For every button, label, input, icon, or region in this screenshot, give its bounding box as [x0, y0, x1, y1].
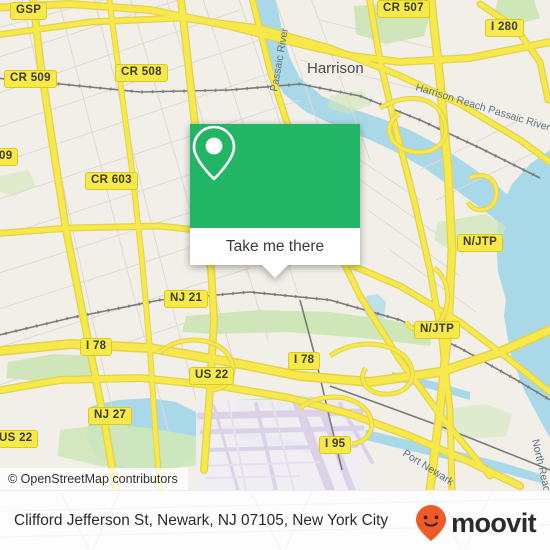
- road-shield-i-78-west[interactable]: I 78: [80, 338, 113, 356]
- road-shield-gsp[interactable]: GSP: [10, 2, 48, 20]
- road-shield-cr-603[interactable]: CR 603: [85, 172, 138, 190]
- map-attribution-bar: © OpenStreetMap contributors: [0, 468, 188, 490]
- popup-card-header: [190, 124, 360, 228]
- road-shield-i-78-east[interactable]: I 78: [288, 352, 321, 370]
- road-shield-nj-27[interactable]: NJ 27: [88, 407, 133, 425]
- popup-card-footer[interactable]: Take me there: [190, 228, 360, 265]
- footer-bar: Clifford Jefferson St, Newark, NJ 07105,…: [0, 490, 550, 550]
- moovit-smiley-pin-icon: [416, 505, 447, 541]
- map-screenshot: Passaic River Harrison Reach Passaic Riv…: [0, 0, 550, 550]
- road-shield-njtp-north[interactable]: N/JTP: [457, 234, 504, 252]
- road-shield-cr-508[interactable]: CR 508: [115, 64, 168, 82]
- map-canvas[interactable]: Passaic River Harrison Reach Passaic Riv…: [0, 0, 550, 490]
- road-shield-nj-21[interactable]: NJ 21: [164, 290, 209, 308]
- moovit-logo[interactable]: moovit: [414, 504, 537, 542]
- road-shield-us-22-east[interactable]: US 22: [189, 367, 235, 385]
- road-shield-njtp-south[interactable]: N/JTP: [414, 321, 461, 339]
- moovit-wordmark: moovit: [451, 507, 537, 538]
- osm-attribution-text[interactable]: © OpenStreetMap contributors: [8, 472, 178, 486]
- road-shield-cr-509[interactable]: CR 509: [4, 70, 57, 88]
- road-shield-us-22-west[interactable]: US 22: [0, 430, 39, 448]
- location-popup-card[interactable]: Take me there: [190, 124, 360, 278]
- road-shield-cr-507[interactable]: CR 507: [377, 0, 430, 18]
- address-label: Clifford Jefferson St, Newark, NJ 07105,…: [14, 511, 389, 529]
- location-pin-icon: [192, 125, 236, 181]
- road-shield-cr-509-clipped[interactable]: 09: [0, 148, 19, 166]
- popup-card-tail: [262, 265, 288, 278]
- road-shield-i-280[interactable]: I 280: [485, 19, 525, 37]
- road-shield-i-95[interactable]: I 95: [319, 436, 352, 454]
- place-label-harrison: Harrison: [307, 60, 364, 77]
- take-me-there-button[interactable]: Take me there: [226, 238, 324, 256]
